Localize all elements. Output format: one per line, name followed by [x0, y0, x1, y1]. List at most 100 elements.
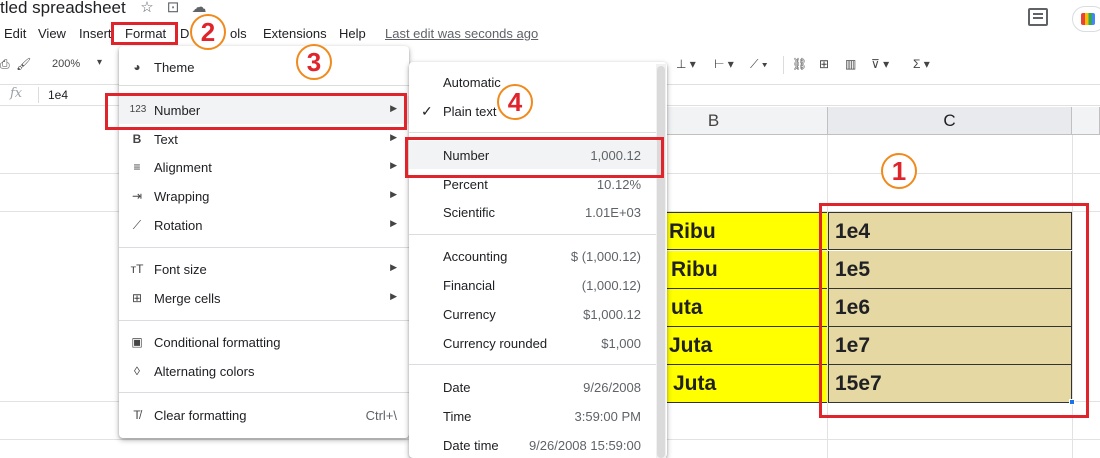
menu-item-label: Font size — [154, 262, 207, 277]
submenu-item-example: 1.01E+03 — [584, 205, 641, 220]
submenu-item-example: $1,000.12 — [583, 307, 641, 322]
menu-item-merge-cells[interactable]: ⊞ Merge cells ▶ — [119, 284, 409, 312]
submenu-item-scientific[interactable]: Scientific 1.01E+03 — [409, 198, 657, 226]
submenu-item-label: Currency — [443, 307, 496, 322]
submenu-item-automatic[interactable]: Automatic — [409, 68, 657, 96]
align-icon: ≡ — [133, 160, 141, 174]
submenu-arrow-icon: ▶ — [390, 160, 397, 170]
submenu-item-example: (1,000.12) — [581, 278, 641, 293]
menu-item-rotation[interactable]: ⟋ Rotation ▶ — [119, 211, 409, 239]
formula-separator — [38, 87, 39, 103]
menu-separator — [119, 392, 409, 393]
submenu-item-label: Date time — [443, 438, 499, 453]
document-title[interactable]: tled spreadsheet — [0, 0, 126, 18]
font-size-icon: ᴛT — [130, 262, 144, 276]
vertical-align-icon[interactable]: ⊥ ▾ — [676, 57, 696, 71]
menu-separator — [409, 234, 657, 235]
menu-item-font-size[interactable]: ᴛT Font size ▶ — [119, 255, 409, 283]
menu-item-alignment[interactable]: ≡ Alignment ▶ — [119, 153, 409, 181]
comment-icon[interactable] — [1028, 8, 1048, 26]
drop-icon: ◊ — [134, 364, 140, 378]
merge-icon: ⊞ — [131, 291, 143, 305]
last-edit-link[interactable]: Last edit was seconds ago — [385, 26, 538, 41]
column-header-c[interactable]: C — [828, 107, 1072, 135]
move-folder-icon[interactable]: ⊡ — [165, 0, 181, 16]
submenu-item-time[interactable]: Time 3:59:00 PM — [409, 402, 657, 430]
zoom-select[interactable]: 200% — [44, 54, 104, 76]
cell-text: Ribu — [671, 258, 718, 281]
menu-item-clear-formatting[interactable]: T̸ Clear formatting Ctrl+\ — [119, 401, 409, 429]
menu-separator — [409, 132, 657, 133]
menu-item-alternating-colors[interactable]: ◊ Alternating colors — [119, 357, 409, 385]
menu-edit[interactable]: Edit — [4, 26, 26, 41]
menu-item-wrapping[interactable]: ⇥ Wrapping ▶ — [119, 182, 409, 210]
menu-item-conditional-formatting[interactable]: ▣ Conditional formatting — [119, 328, 409, 356]
submenu-item-date-time[interactable]: Date time 9/26/2008 15:59:00 — [409, 431, 657, 458]
submenu-item-example: 9/26/2008 — [583, 380, 641, 395]
fx-icon: fx — [10, 86, 23, 101]
submenu-item-date[interactable]: Date 9/26/2008 — [409, 373, 657, 401]
menu-help[interactable]: Help — [339, 26, 366, 41]
submenu-item-label: Financial — [443, 278, 496, 293]
menu-item-label: Theme — [154, 60, 195, 75]
number-submenu: Automatic ✓ Plain text Number 1,000.12 P… — [409, 62, 667, 458]
submenu-item-currency-rounded[interactable]: Currency rounded $1,000 — [409, 329, 657, 357]
menu-tools[interactable]: ols — [230, 26, 247, 41]
bold-icon: B — [132, 132, 142, 146]
submenu-item-label: Accounting — [443, 249, 508, 264]
annotation-badge-2: 2 — [190, 14, 226, 50]
text-rotation-icon[interactable]: ⟋ ▾ — [750, 57, 768, 72]
cell-text: Juta — [669, 334, 713, 357]
submenu-item-currency[interactable]: Currency $1,000.12 — [409, 300, 657, 328]
submenu-scrollbar-thumb[interactable] — [657, 66, 665, 458]
clear-format-icon: T̸ — [133, 408, 141, 422]
submenu-item-example: 10.12% — [596, 177, 641, 192]
meet-icon[interactable] — [1072, 6, 1100, 32]
menu-item-label: Clear formatting — [154, 408, 247, 423]
submenu-item-label: Percent — [443, 177, 488, 192]
column-header-d[interactable] — [1072, 107, 1100, 135]
menu-separator — [409, 364, 657, 365]
submenu-item-financial[interactable]: Financial (1,000.12) — [409, 271, 657, 299]
palette-icon: ◕ — [133, 60, 141, 74]
paint-roller-icon: ▣ — [131, 335, 143, 349]
rotation-icon: ⟋ — [132, 218, 142, 232]
submenu-arrow-icon: ▶ — [390, 132, 397, 142]
annotation-box-number-format — [405, 137, 664, 178]
filter-icon[interactable]: ⊽ ▾ — [871, 57, 889, 71]
wrap-icon: ⇥ — [131, 189, 143, 203]
star-icon[interactable]: ☆ — [139, 0, 155, 16]
submenu-item-plain-text[interactable]: ✓ Plain text — [409, 97, 657, 125]
cell-text: uta — [671, 296, 703, 319]
insert-comment-icon[interactable]: ⊞ — [819, 57, 829, 71]
menu-data[interactable]: D — [180, 26, 189, 41]
submenu-item-example: $1,000 — [601, 336, 641, 351]
print-icon[interactable]: ⎙ — [0, 57, 10, 72]
submenu-item-example: $ (1,000.12) — [570, 249, 641, 264]
menu-item-shortcut: Ctrl+\ — [365, 408, 397, 423]
submenu-item-accounting[interactable]: Accounting $ (1,000.12) — [409, 242, 657, 270]
menu-item-label: Alternating colors — [154, 364, 255, 379]
menu-item-label: Alignment — [154, 160, 212, 175]
menu-separator — [119, 85, 409, 86]
submenu-arrow-icon: ▶ — [390, 291, 397, 301]
submenu-item-example: 9/26/2008 15:59:00 — [528, 438, 641, 453]
insert-chart-icon[interactable]: ▥ — [845, 57, 856, 71]
submenu-item-label: Automatic — [443, 75, 501, 90]
check-icon: ✓ — [421, 103, 433, 119]
cell-text: Ribu — [669, 220, 716, 243]
submenu-item-label: Time — [443, 409, 472, 424]
text-wrap-icon[interactable]: ⊢ ▾ — [714, 57, 734, 71]
menu-item-theme[interactable]: ◕ Theme — [119, 53, 409, 81]
link-icon[interactable]: ⛓ — [792, 57, 807, 71]
menu-insert[interactable]: Insert — [79, 26, 115, 41]
submenu-item-example: 3:59:00 PM — [574, 409, 642, 424]
menu-extensions[interactable]: Extensions — [263, 26, 327, 41]
toolbar-separator — [783, 56, 784, 74]
submenu-item-label: Date — [443, 380, 471, 395]
paint-format-icon[interactable]: 🖌︎ — [16, 57, 31, 71]
menu-view[interactable]: View — [38, 26, 66, 41]
menu-item-label: Text — [154, 132, 178, 147]
functions-icon[interactable]: Σ ▾ — [913, 57, 930, 71]
formula-input[interactable]: 1e4 — [48, 88, 68, 102]
